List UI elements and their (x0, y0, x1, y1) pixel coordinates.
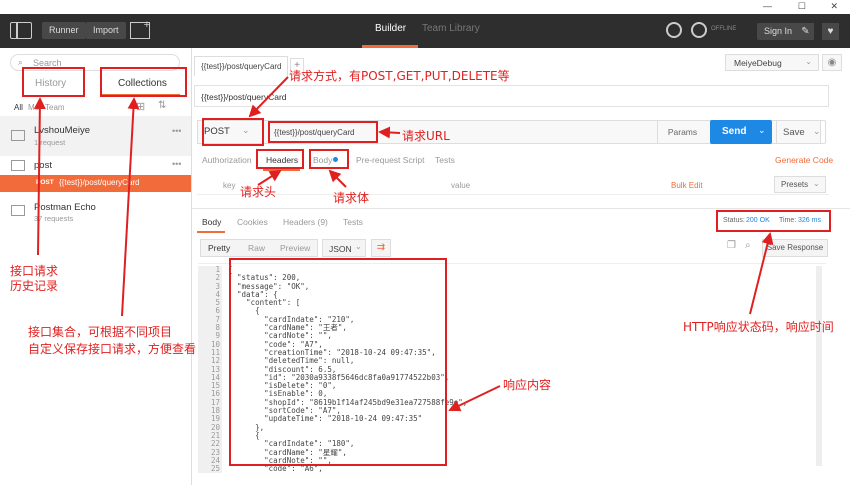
arrow-method (248, 76, 289, 118)
arrow-response (448, 385, 501, 412)
arrow-headers (257, 169, 282, 186)
annotation-arrows (33, 76, 774, 412)
arrow-status (749, 232, 774, 315)
arrow-url (378, 126, 401, 139)
arrow-history (33, 97, 46, 256)
arrow-collections (121, 97, 140, 317)
arrow-body (328, 169, 347, 188)
